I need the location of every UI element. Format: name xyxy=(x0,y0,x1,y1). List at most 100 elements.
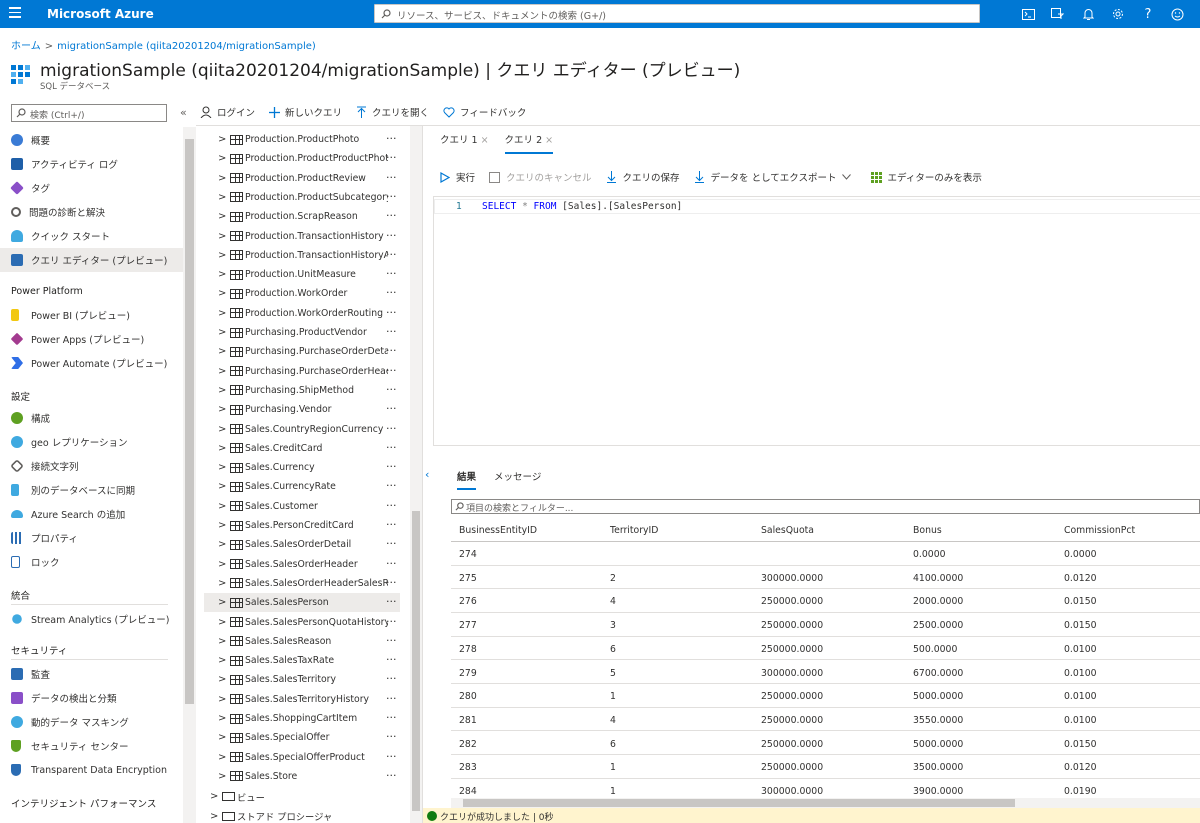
chevron-right-icon[interactable]: > xyxy=(218,134,228,145)
more-options-button[interactable]: ··· xyxy=(386,229,397,242)
chevron-right-icon[interactable]: > xyxy=(218,153,228,164)
chevron-right-icon[interactable]: > xyxy=(218,346,228,357)
chevron-right-icon[interactable]: > xyxy=(218,424,228,435)
table-row[interactable]: 278 6 250000.0000 500.0000 0.0100 xyxy=(451,637,1200,661)
tree-table-item[interactable]: > Production.WorkOrderRouting ··· xyxy=(204,304,400,323)
chevron-right-icon[interactable]: > xyxy=(218,192,228,203)
tree-table-item[interactable]: > Purchasing.PurchaseOrderDetail ··· xyxy=(204,342,400,361)
directory-filter-icon[interactable] xyxy=(1049,6,1065,22)
pane-divider[interactable] xyxy=(422,126,423,823)
more-options-button[interactable]: ··· xyxy=(386,383,397,396)
chevron-right-icon[interactable]: > xyxy=(218,694,228,705)
nav-item-activity-log[interactable]: アクティビティ ログ xyxy=(0,152,183,176)
chevron-right-icon[interactable]: > xyxy=(218,385,228,396)
sql-code-line[interactable]: SELECT * FROM [Sales].[SalesPerson] xyxy=(482,201,682,212)
tree-table-item[interactable]: > Sales.CreditCard ··· xyxy=(204,439,400,458)
global-search-input[interactable]: リソース、サービス、ドキュメントの検索 (G+/) xyxy=(374,4,980,23)
table-row[interactable]: 275 2 300000.0000 4100.0000 0.0120 xyxy=(451,566,1200,590)
nav-item-quickstart[interactable]: クイック スタート xyxy=(0,224,183,248)
more-options-button[interactable]: ··· xyxy=(386,132,397,145)
bell-icon[interactable] xyxy=(1080,6,1096,22)
chevron-left-icon[interactable]: ‹ xyxy=(425,468,429,481)
table-row[interactable]: 284 1 300000.0000 3900.0000 0.0190 xyxy=(451,779,1200,798)
tab-query-2[interactable]: クエリ 2 × xyxy=(504,132,554,154)
tree-table-item[interactable]: > Sales.Store ··· xyxy=(204,767,400,786)
tree-table-item[interactable]: > Production.ProductReview ··· xyxy=(204,169,400,188)
tree-table-item[interactable]: > Production.TransactionHistory ··· xyxy=(204,227,400,246)
more-options-button[interactable]: ··· xyxy=(386,344,397,357)
tree-table-item[interactable]: > Sales.SalesTerritoryHistory ··· xyxy=(204,690,400,709)
help-icon[interactable]: ? xyxy=(1140,6,1156,22)
chevron-right-icon[interactable]: > xyxy=(218,173,228,184)
object-explorer-scrollbar[interactable] xyxy=(410,126,422,823)
tree-table-item[interactable]: > Purchasing.Vendor ··· xyxy=(204,400,400,419)
nav-scrollbar-thumb[interactable] xyxy=(185,139,194,704)
chevron-right-icon[interactable]: > xyxy=(218,559,228,570)
chevron-right-icon[interactable]: > xyxy=(210,791,220,802)
table-row[interactable]: 283 1 250000.0000 3500.0000 0.0120 xyxy=(451,755,1200,779)
chevron-right-icon[interactable]: > xyxy=(218,250,228,261)
tree-table-item[interactable]: > Sales.SalesTerritory ··· xyxy=(204,670,400,689)
tab-messages[interactable]: メッセージ xyxy=(494,469,541,490)
tree-folder-item[interactable]: > ビュー xyxy=(204,787,400,806)
nav-item-azure-search[interactable]: Azure Search の追加 xyxy=(0,502,183,526)
more-options-button[interactable]: ··· xyxy=(386,750,397,763)
table-row[interactable]: 274 0.0000 0.0000 xyxy=(451,542,1200,566)
tree-table-item[interactable]: > Sales.SalesTaxRate ··· xyxy=(204,651,400,670)
feedback-button[interactable]: フィードバック xyxy=(443,105,526,119)
more-options-button[interactable]: ··· xyxy=(386,248,397,261)
chevron-right-icon[interactable]: > xyxy=(218,462,228,473)
more-options-button[interactable]: ··· xyxy=(386,171,397,184)
chevron-right-icon[interactable]: > xyxy=(218,231,228,242)
tree-table-item[interactable]: > Sales.Customer ··· xyxy=(204,497,400,516)
tree-table-item[interactable]: > Sales.SalesOrderHeader ··· xyxy=(204,555,400,574)
tree-table-item[interactable]: > Sales.CountryRegionCurrency ··· xyxy=(204,420,400,439)
nav-item-overview[interactable]: 概要 xyxy=(0,128,183,152)
chevron-right-icon[interactable]: > xyxy=(218,520,228,531)
breadcrumb-home[interactable]: ホーム xyxy=(11,41,41,52)
gear-icon[interactable] xyxy=(1110,6,1126,22)
more-options-button[interactable]: ··· xyxy=(386,769,397,782)
more-options-button[interactable]: ··· xyxy=(386,209,397,222)
more-options-button[interactable]: ··· xyxy=(386,286,397,299)
chevron-right-icon[interactable]: > xyxy=(218,539,228,550)
results-filter-input[interactable]: 項目の検索とフィルター... xyxy=(451,499,1200,514)
tree-table-item[interactable]: > Purchasing.ShipMethod ··· xyxy=(204,381,400,400)
more-options-button[interactable]: ··· xyxy=(386,634,397,647)
new-query-button[interactable]: 新しいクエリ xyxy=(269,105,342,119)
tree-table-item[interactable]: > Sales.SalesOrderHeaderSalesReason··· xyxy=(204,574,400,593)
tree-table-item[interactable]: > Sales.SpecialOffer ··· xyxy=(204,728,400,747)
more-options-button[interactable]: ··· xyxy=(386,576,397,589)
more-options-button[interactable]: ··· xyxy=(386,479,397,492)
collapse-nav-button[interactable]: « xyxy=(180,106,187,119)
breadcrumb-current[interactable]: migrationSample (qiita20201204/migration… xyxy=(57,41,316,52)
feedback-smiley-icon[interactable] xyxy=(1169,6,1185,22)
column-header[interactable]: TerritoryID xyxy=(610,525,658,536)
nav-item-data-masking[interactable]: 動的データ マスキング xyxy=(0,710,183,734)
export-data-button[interactable]: データを としてエクスポート xyxy=(694,170,857,184)
tree-table-item[interactable]: > Sales.SpecialOfferProduct ··· xyxy=(204,748,400,767)
more-options-button[interactable]: ··· xyxy=(386,499,397,512)
table-row[interactable]: 280 1 250000.0000 5000.0000 0.0100 xyxy=(451,684,1200,708)
sql-editor[interactable]: 1 SELECT * FROM [Sales].[SalesPerson] xyxy=(433,196,1200,446)
chevron-right-icon[interactable]: > xyxy=(218,617,228,628)
more-options-button[interactable]: ··· xyxy=(386,537,397,550)
chevron-right-icon[interactable]: > xyxy=(218,713,228,724)
column-header[interactable]: BusinessEntityID xyxy=(459,525,537,536)
more-options-button[interactable]: ··· xyxy=(386,653,397,666)
tree-table-item[interactable]: > Production.TransactionHistoryArchive··· xyxy=(204,246,400,265)
tree-table-item[interactable]: > Sales.SalesPerson ··· xyxy=(204,593,400,613)
tree-table-item[interactable]: > Purchasing.ProductVendor ··· xyxy=(204,323,400,342)
more-options-button[interactable]: ··· xyxy=(386,151,397,164)
more-options-button[interactable]: ··· xyxy=(386,364,397,377)
tree-table-item[interactable]: > Sales.SalesOrderDetail ··· xyxy=(204,535,400,554)
table-row[interactable]: 276 4 250000.0000 2000.0000 0.0150 xyxy=(451,589,1200,613)
more-options-button[interactable]: ··· xyxy=(386,441,397,454)
tree-table-item[interactable]: > Production.ProductProductPhoto ··· xyxy=(204,149,400,168)
chevron-right-icon[interactable]: > xyxy=(218,327,228,338)
table-row[interactable]: 282 6 250000.0000 5000.0000 0.0150 xyxy=(451,732,1200,756)
close-icon[interactable]: × xyxy=(545,135,553,146)
column-header[interactable]: Bonus xyxy=(913,525,942,536)
chevron-right-icon[interactable]: > xyxy=(218,211,228,222)
more-options-button[interactable]: ··· xyxy=(386,306,397,319)
